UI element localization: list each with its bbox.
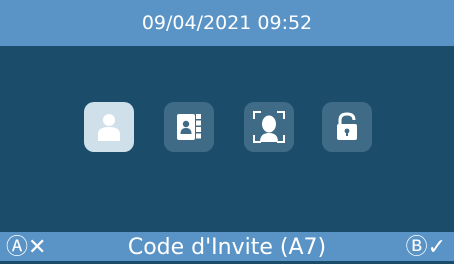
face-recognition-option-button[interactable] [244, 102, 294, 152]
datetime-display: 09/04/2021 09:52 [141, 12, 313, 34]
confirm-button[interactable]: Ⓑ✓ [406, 232, 446, 261]
screen-title: Code d'Invite (A7) [127, 235, 327, 260]
main-panel [0, 46, 454, 232]
footer-bar: Ⓐ✕ Code d'Invite (A7) Ⓑ✓ [0, 232, 454, 261]
user-option-button[interactable] [84, 102, 134, 152]
face-recognition-icon [253, 111, 285, 143]
contact-book-icon [177, 114, 201, 140]
user-icon [98, 114, 120, 141]
contact-book-option-button[interactable] [164, 102, 214, 152]
status-bar: 09/04/2021 09:52 [0, 0, 454, 46]
unlock-icon [337, 112, 357, 140]
unlock-option-button[interactable] [322, 102, 372, 152]
